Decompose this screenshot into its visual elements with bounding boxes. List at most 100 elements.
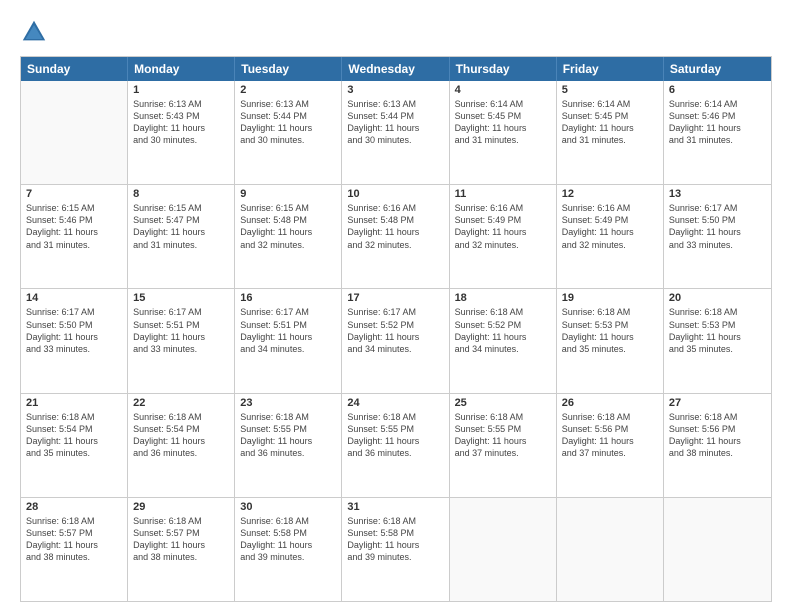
calendar-cell: 23 Sunrise: 6:18 AMSunset: 5:55 PMDayligh…: [235, 394, 342, 497]
calendar-cell: 12 Sunrise: 6:16 AMSunset: 5:49 PMDayligh…: [557, 185, 664, 288]
calendar-cell: 19 Sunrise: 6:18 AMSunset: 5:53 PMDayligh…: [557, 289, 664, 392]
day-number: 24: [347, 397, 443, 409]
day-number: 21: [26, 397, 122, 409]
day-number: 30: [240, 501, 336, 513]
cell-info: Sunrise: 6:17 AMSunset: 5:52 PMDaylight:…: [347, 306, 443, 355]
cell-info: Sunrise: 6:18 AMSunset: 5:53 PMDaylight:…: [562, 306, 658, 355]
day-number: 12: [562, 188, 658, 200]
calendar-cell: 15Sunrise: 6:17 AMSunset: 5:51 PMDayligh…: [128, 289, 235, 392]
day-number: 9: [240, 188, 336, 200]
calendar-cell: 18 Sunrise: 6:18 AMSunset: 5:52 PMDayligh…: [450, 289, 557, 392]
day-number: 31: [347, 501, 443, 513]
calendar-cell: 4Sunrise: 6:14 AMSunset: 5:45 PMDaylight…: [450, 81, 557, 184]
day-number: 13: [669, 188, 766, 200]
day-number: 26: [562, 397, 658, 409]
cell-info: Sunrise: 6:18 AMSunset: 5:54 PMDaylight:…: [26, 411, 122, 460]
logo: [20, 18, 52, 46]
calendar-body: 1Sunrise: 6:13 AMSunset: 5:43 PMDaylight…: [21, 81, 771, 601]
day-number: 17: [347, 292, 443, 304]
day-number: 29: [133, 501, 229, 513]
calendar-cell: 8 Sunrise: 6:15 AMSunset: 5:47 PMDaylight…: [128, 185, 235, 288]
calendar-cell: 9 Sunrise: 6:15 AMSunset: 5:48 PMDaylight…: [235, 185, 342, 288]
day-number: 2: [240, 84, 336, 96]
calendar-cell: [557, 498, 664, 601]
calendar-cell: 5 Sunrise: 6:14 AMSunset: 5:45 PMDaylight…: [557, 81, 664, 184]
cell-info: Sunrise: 6:13 AMSunset: 5:43 PMDaylight:…: [133, 98, 229, 147]
cell-info: Sunrise: 6:15 AMSunset: 5:47 PMDaylight:…: [133, 202, 229, 251]
header-day-monday: Monday: [128, 57, 235, 81]
cell-info: Sunrise: 6:18 AMSunset: 5:55 PMDaylight:…: [455, 411, 551, 460]
cell-info: Sunrise: 6:18 AMSunset: 5:54 PMDaylight:…: [133, 411, 229, 460]
day-number: 28: [26, 501, 122, 513]
calendar-row-3: 21 Sunrise: 6:18 AMSunset: 5:54 PMDayligh…: [21, 394, 771, 498]
cell-info: Sunrise: 6:18 AMSunset: 5:58 PMDaylight:…: [347, 515, 443, 564]
day-number: 18: [455, 292, 551, 304]
cell-info: Sunrise: 6:14 AMSunset: 5:45 PMDaylight:…: [562, 98, 658, 147]
calendar-cell: 20 Sunrise: 6:18 AMSunset: 5:53 PMDayligh…: [664, 289, 771, 392]
calendar-cell: 2 Sunrise: 6:13 AMSunset: 5:44 PMDaylight…: [235, 81, 342, 184]
calendar-header: SundayMondayTuesdayWednesdayThursdayFrid…: [21, 57, 771, 81]
cell-info: Sunrise: 6:18 AMSunset: 5:53 PMDaylight:…: [669, 306, 766, 355]
day-number: 15: [133, 292, 229, 304]
calendar-cell: 1Sunrise: 6:13 AMSunset: 5:43 PMDaylight…: [128, 81, 235, 184]
cell-info: Sunrise: 6:18 AMSunset: 5:56 PMDaylight:…: [669, 411, 766, 460]
day-number: 5: [562, 84, 658, 96]
cell-info: Sunrise: 6:18 AMSunset: 5:57 PMDaylight:…: [133, 515, 229, 564]
day-number: 27: [669, 397, 766, 409]
cell-info: Sunrise: 6:17 AMSunset: 5:50 PMDaylight:…: [669, 202, 766, 251]
calendar-row-1: 7 Sunrise: 6:15 AMSunset: 5:46 PMDaylight…: [21, 185, 771, 289]
calendar-row-0: 1Sunrise: 6:13 AMSunset: 5:43 PMDaylight…: [21, 81, 771, 185]
cell-info: Sunrise: 6:18 AMSunset: 5:52 PMDaylight:…: [455, 306, 551, 355]
page: SundayMondayTuesdayWednesdayThursdayFrid…: [0, 0, 792, 612]
calendar-cell: 21 Sunrise: 6:18 AMSunset: 5:54 PMDayligh…: [21, 394, 128, 497]
header-day-sunday: Sunday: [21, 57, 128, 81]
day-number: 14: [26, 292, 122, 304]
logo-icon: [20, 18, 48, 46]
calendar-row-4: 28 Sunrise: 6:18 AMSunset: 5:57 PMDayligh…: [21, 498, 771, 601]
cell-info: Sunrise: 6:13 AMSunset: 5:44 PMDaylight:…: [240, 98, 336, 147]
cell-info: Sunrise: 6:15 AMSunset: 5:48 PMDaylight:…: [240, 202, 336, 251]
header-day-saturday: Saturday: [664, 57, 771, 81]
day-number: 10: [347, 188, 443, 200]
cell-info: Sunrise: 6:16 AMSunset: 5:49 PMDaylight:…: [562, 202, 658, 251]
calendar-cell: 28 Sunrise: 6:18 AMSunset: 5:57 PMDayligh…: [21, 498, 128, 601]
day-number: 23: [240, 397, 336, 409]
cell-info: Sunrise: 6:14 AMSunset: 5:46 PMDaylight:…: [669, 98, 766, 147]
cell-info: Sunrise: 6:17 AMSunset: 5:51 PMDaylight:…: [240, 306, 336, 355]
cell-info: Sunrise: 6:18 AMSunset: 5:55 PMDaylight:…: [240, 411, 336, 460]
calendar-cell: 31 Sunrise: 6:18 AMSunset: 5:58 PMDayligh…: [342, 498, 449, 601]
calendar-cell: 7 Sunrise: 6:15 AMSunset: 5:46 PMDaylight…: [21, 185, 128, 288]
day-number: 22: [133, 397, 229, 409]
calendar-cell: 17 Sunrise: 6:17 AMSunset: 5:52 PMDayligh…: [342, 289, 449, 392]
day-number: 25: [455, 397, 551, 409]
calendar-cell: 16Sunrise: 6:17 AMSunset: 5:51 PMDayligh…: [235, 289, 342, 392]
cell-info: Sunrise: 6:16 AMSunset: 5:48 PMDaylight:…: [347, 202, 443, 251]
cell-info: Sunrise: 6:17 AMSunset: 5:50 PMDaylight:…: [26, 306, 122, 355]
cell-info: Sunrise: 6:16 AMSunset: 5:49 PMDaylight:…: [455, 202, 551, 251]
calendar-cell: 29 Sunrise: 6:18 AMSunset: 5:57 PMDayligh…: [128, 498, 235, 601]
calendar-cell: 13 Sunrise: 6:17 AMSunset: 5:50 PMDayligh…: [664, 185, 771, 288]
calendar-cell: 6 Sunrise: 6:14 AMSunset: 5:46 PMDaylight…: [664, 81, 771, 184]
calendar-row-2: 14 Sunrise: 6:17 AMSunset: 5:50 PMDayligh…: [21, 289, 771, 393]
day-number: 8: [133, 188, 229, 200]
day-number: 6: [669, 84, 766, 96]
calendar-cell: 22 Sunrise: 6:18 AMSunset: 5:54 PMDayligh…: [128, 394, 235, 497]
cell-info: Sunrise: 6:18 AMSunset: 5:55 PMDaylight:…: [347, 411, 443, 460]
calendar-cell: 30Sunrise: 6:18 AMSunset: 5:58 PMDayligh…: [235, 498, 342, 601]
header-day-tuesday: Tuesday: [235, 57, 342, 81]
header-day-wednesday: Wednesday: [342, 57, 449, 81]
calendar-cell: 3Sunrise: 6:13 AMSunset: 5:44 PMDaylight…: [342, 81, 449, 184]
day-number: 20: [669, 292, 766, 304]
day-number: 19: [562, 292, 658, 304]
day-number: 7: [26, 188, 122, 200]
calendar-cell: 14 Sunrise: 6:17 AMSunset: 5:50 PMDayligh…: [21, 289, 128, 392]
calendar-cell: [21, 81, 128, 184]
header-day-thursday: Thursday: [450, 57, 557, 81]
day-number: 3: [347, 84, 443, 96]
day-number: 11: [455, 188, 551, 200]
calendar-cell: [664, 498, 771, 601]
cell-info: Sunrise: 6:18 AMSunset: 5:57 PMDaylight:…: [26, 515, 122, 564]
calendar-cell: 25 Sunrise: 6:18 AMSunset: 5:55 PMDayligh…: [450, 394, 557, 497]
cell-info: Sunrise: 6:15 AMSunset: 5:46 PMDaylight:…: [26, 202, 122, 251]
cell-info: Sunrise: 6:14 AMSunset: 5:45 PMDaylight:…: [455, 98, 551, 147]
